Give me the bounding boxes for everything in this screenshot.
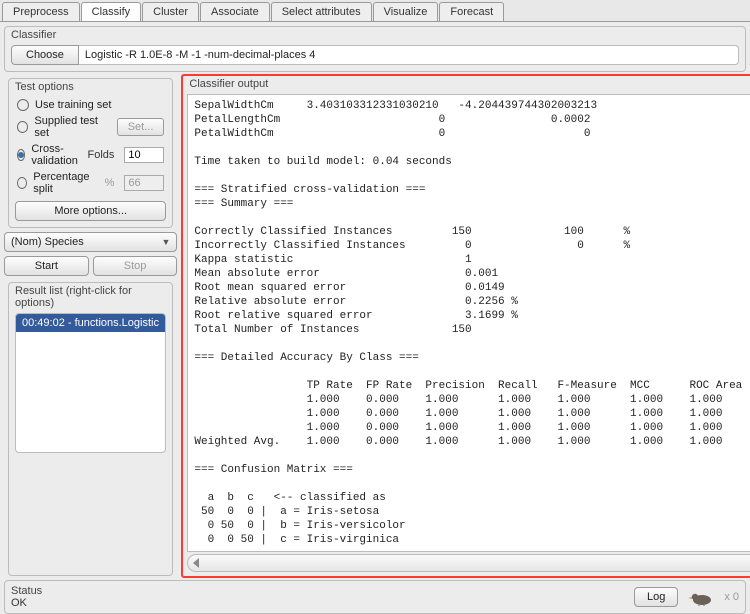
tab-select-attributes[interactable]: Select attributes [271, 2, 372, 21]
log-button[interactable]: Log [634, 587, 678, 607]
label-use-training: Use training set [35, 99, 111, 111]
classifier-section: Classifier Choose Logistic -R 1.0E-8 -M … [4, 26, 746, 72]
choose-button[interactable]: Choose [11, 45, 79, 65]
weka-bird-icon [686, 588, 716, 606]
classifier-string[interactable]: Logistic -R 1.0E-8 -M -1 -num-decimal-pl… [79, 45, 739, 65]
result-list-item[interactable]: 00:49:02 - functions.Logistic [16, 314, 165, 332]
test-options-section: Test options Use training set Supplied t… [8, 78, 173, 228]
pct-label: % [105, 177, 115, 189]
label-cross-validation: Cross-validation [31, 143, 81, 167]
status-count: x 0 [724, 591, 739, 603]
radio-use-training[interactable] [17, 99, 29, 111]
radio-cross-validation[interactable] [17, 149, 25, 161]
more-options-button[interactable]: More options... [15, 201, 166, 221]
result-list-section: Result list (right-click for options) 00… [8, 282, 173, 576]
output-horizontal-scrollbar[interactable] [187, 554, 750, 572]
radio-supplied-test[interactable] [17, 121, 28, 133]
folds-input[interactable] [124, 147, 164, 163]
tab-forecast[interactable]: Forecast [439, 2, 504, 21]
tab-associate[interactable]: Associate [200, 2, 270, 21]
start-button[interactable]: Start [4, 256, 89, 276]
status-section-title: Status [11, 585, 626, 597]
label-percentage-split: Percentage split [33, 171, 98, 195]
status-text: OK [11, 597, 626, 609]
tab-preprocess[interactable]: Preprocess [2, 2, 80, 21]
test-options-title: Test options [9, 79, 172, 93]
class-attribute-combo[interactable]: (Nom) Species ▼ [4, 232, 177, 252]
tab-visualize[interactable]: Visualize [373, 2, 439, 21]
stop-button[interactable]: Stop [93, 256, 178, 276]
result-list[interactable]: 00:49:02 - functions.Logistic [15, 313, 166, 453]
classifier-output-title: Classifier output [183, 76, 750, 92]
status-bar: Status OK Log x 0 [4, 580, 746, 614]
tab-classify[interactable]: Classify [81, 2, 142, 21]
classifier-output-text[interactable]: SepalWidthCm 3.403103312331030210 -4.204… [187, 94, 750, 552]
class-attribute-value: (Nom) Species [11, 236, 84, 248]
chevron-down-icon: ▼ [161, 237, 170, 247]
set-test-button[interactable]: Set... [117, 118, 165, 136]
result-list-title: Result list (right-click for options) [9, 283, 172, 309]
classifier-section-title: Classifier [5, 27, 745, 41]
tab-cluster[interactable]: Cluster [142, 2, 199, 21]
label-supplied-test: Supplied test set [34, 115, 110, 139]
pct-input[interactable] [124, 175, 164, 191]
folds-label: Folds [87, 149, 114, 161]
main-tabs: PreprocessClassifyClusterAssociateSelect… [0, 0, 750, 22]
radio-percentage-split[interactable] [17, 177, 27, 189]
classifier-output-panel: Classifier output SepalWidthCm 3.4031033… [181, 74, 750, 578]
